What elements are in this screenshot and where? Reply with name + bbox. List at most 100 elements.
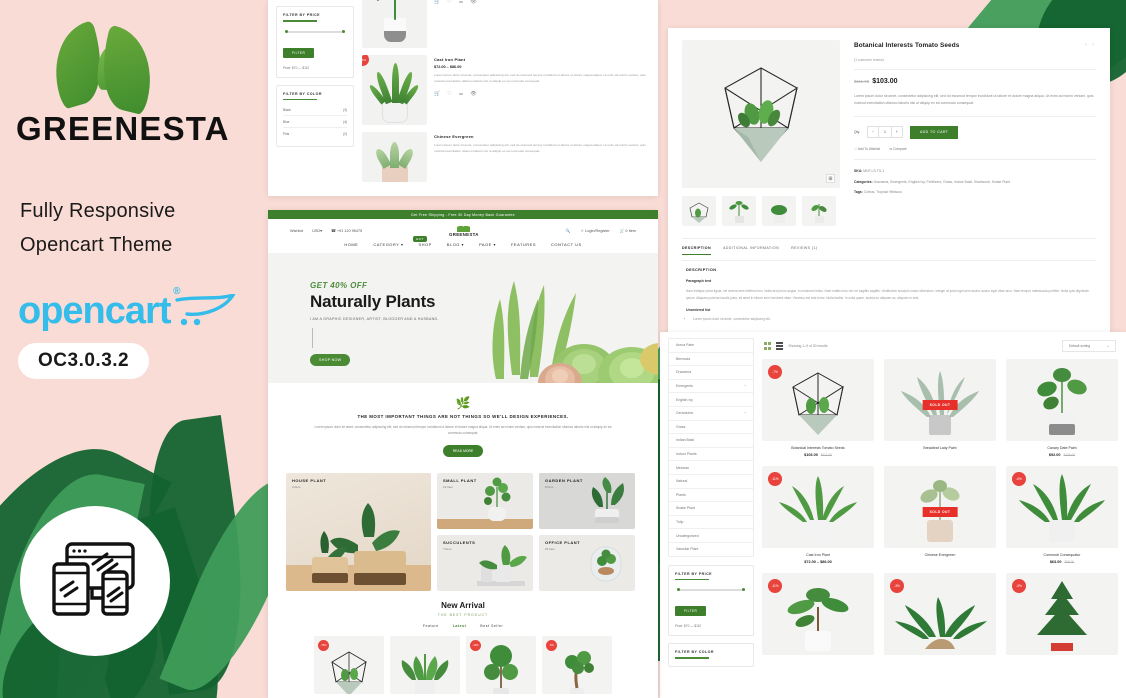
product-name[interactable]: Cast Iron Plant (762, 553, 874, 557)
product-name[interactable]: Breadleaf Lady Palm (884, 446, 996, 450)
thumbnail[interactable] (722, 196, 756, 226)
customer-review-link[interactable]: (1 customer review) (854, 58, 1096, 70)
hero-shop-now-button[interactable]: SHOP NOW (310, 354, 351, 367)
list-item[interactable]: $92.00$150.00 Lorem ipsum dolor sit amet… (362, 0, 650, 48)
thumbnail[interactable] (762, 196, 796, 226)
add-to-wishlist-link[interactable]: ♡ Add To Wishlist (854, 147, 880, 151)
product-image[interactable] (362, 132, 427, 182)
product-name[interactable]: Cast Iron Plant (434, 57, 650, 62)
product-name[interactable]: Chinese Evergreen (884, 553, 996, 557)
search-icon[interactable]: 🔍 (565, 228, 570, 233)
product-card[interactable]: Canary Date Palm $92.00 $150.00 (1006, 359, 1118, 457)
color-option[interactable]: Black (3) (283, 104, 347, 117)
product-image[interactable]: -7% (762, 359, 874, 441)
currency-select[interactable]: USD▾ (312, 228, 322, 233)
product-card[interactable]: SOLD OUT Breadleaf Lady Palm (884, 359, 996, 457)
wishlist-link[interactable]: Wishlist (290, 229, 303, 233)
category-card-house-plant[interactable]: HOUSE PLANT 3 Item (286, 473, 431, 592)
product-name[interactable]: Commodi Consequatur (1006, 553, 1118, 557)
next-product-icon[interactable]: › (1092, 42, 1096, 48)
category-list-item[interactable]: Mexican (669, 461, 753, 475)
category-list-item[interactable]: Vascular Plant (669, 543, 753, 556)
product-card[interactable]: -11% (762, 573, 874, 655)
cart-icon[interactable]: 🛒 (434, 91, 440, 97)
read-more-button[interactable]: READ MORE (442, 445, 484, 458)
product-card[interactable]: -75% (314, 636, 384, 695)
tab-additional-information[interactable]: ADDITIONAL INFORMATION (723, 246, 779, 255)
product-main-image[interactable]: ⊞ (682, 40, 840, 188)
product-card[interactable]: -3% (884, 573, 996, 655)
list-item[interactable]: Chinese Evergreen Lorem ipsum dolor sit … (362, 132, 650, 182)
color-option[interactable]: Blue (4) (283, 116, 347, 129)
product-card[interactable]: -7% Botanical Interests Tomato Seeds $103.… (762, 359, 874, 457)
tab-reviews[interactable]: REVIEWS (1) (791, 246, 817, 255)
color-option[interactable]: Pink (2) (283, 128, 347, 139)
quantity-stepper[interactable]: − 1 + (866, 126, 903, 139)
product-image[interactable]: -15% (362, 55, 427, 125)
category-list-item[interactable]: Indian Basil (669, 434, 753, 448)
product-image[interactable]: -6% (1006, 466, 1118, 548)
wishlist-heart-icon[interactable]: ♡ (447, 91, 451, 97)
product-actions[interactable]: 🛒 ♡ ⚌ 👁 (434, 0, 650, 5)
quickview-eye-icon[interactable]: 👁 (470, 0, 476, 5)
compare-icon[interactable]: ⚌ (459, 0, 463, 5)
product-name[interactable]: Botanical Interests Tomato Seeds (762, 446, 874, 450)
qty-increment[interactable]: + (892, 127, 902, 137)
product-image[interactable]: -5% (1006, 573, 1118, 655)
wishlist-heart-icon[interactable]: ♡ (447, 0, 451, 5)
category-toggle-icon[interactable]: − (744, 411, 746, 415)
thumbnail[interactable] (802, 196, 836, 226)
product-image[interactable]: -11% (762, 573, 874, 655)
price-range-slider[interactable] (677, 588, 745, 592)
product-card[interactable] (390, 636, 460, 695)
category-list-item[interactable]: Plants (669, 489, 753, 503)
product-actions[interactable]: 🛒 ♡ ⚌ 👁 (434, 91, 650, 97)
product-image[interactable]: -3% (884, 573, 996, 655)
product-name[interactable]: Canary Date Palm (1006, 446, 1118, 450)
category-list-item[interactable]: Bermuda (669, 353, 753, 367)
nav-item-blog[interactable]: BLOG ▾ (447, 242, 464, 247)
product-image[interactable]: SOLD OUT (884, 466, 996, 548)
nav-item-shop[interactable]: SHOP (418, 242, 431, 247)
quickview-eye-icon[interactable]: 👁 (470, 91, 476, 97)
category-list-item[interactable]: Grass (669, 421, 753, 435)
filter-button[interactable]: FILTER (283, 47, 315, 58)
tab-feature[interactable]: Feature (423, 624, 439, 628)
product-card[interactable]: -11% Cast Iron Plant $72.00 – $86.00 (762, 466, 874, 564)
product-name[interactable]: Chinese Evergreen (434, 134, 650, 139)
product-card[interactable]: -5% (542, 636, 612, 695)
product-image[interactable] (1006, 359, 1118, 441)
site-logo[interactable]: GREENESTA (449, 224, 479, 237)
category-list-item[interactable]: Dracaena (669, 366, 753, 380)
grid-view-icon[interactable] (764, 342, 772, 350)
compare-icon[interactable]: ⚌ (459, 91, 463, 97)
product-image[interactable] (362, 0, 427, 48)
add-to-cart-button[interactable]: ADD TO CART (909, 125, 959, 139)
prev-product-icon[interactable]: ‹ (1085, 42, 1089, 48)
category-list-item[interactable]: Uncategorized (669, 529, 753, 543)
category-list-item[interactable]: Snake Plant (669, 502, 753, 516)
price-range-slider[interactable] (285, 29, 345, 33)
product-card[interactable]: -5% (1006, 573, 1118, 655)
category-card-succulents[interactable]: SUCCULENTS 7 Item (437, 535, 533, 592)
list-item[interactable]: -15% Cast Iron Plant $72.00 – $86.00 Lor… (362, 55, 650, 125)
nav-item-category[interactable]: CATEGORY ▾ (373, 242, 403, 247)
cart-link[interactable]: 🛒 0 Item (620, 228, 636, 233)
product-image[interactable]: SOLD OUT (884, 359, 996, 441)
account-link[interactable]: ☺ Login/Register (580, 229, 609, 233)
category-card-garden-plant[interactable]: GARDEN PLANT 8 Item (539, 473, 635, 530)
nav-item-home[interactable]: HOME (344, 242, 358, 247)
filter-button[interactable]: FILTER (675, 606, 707, 617)
category-card-small-plant[interactable]: SMALL PLANT 12 Item (437, 473, 533, 530)
product-card[interactable]: -13% (466, 636, 536, 695)
nav-item-features[interactable]: FEATURES (511, 242, 536, 247)
categories-value[interactable]: Dracaena, Emergents, English Ivy, Fertil… (874, 180, 1010, 184)
compare-link[interactable]: ⚌ Compare (889, 147, 906, 151)
tab-best-seller[interactable]: Best Seller (480, 624, 503, 628)
category-list-item[interactable]: Natural (669, 475, 753, 489)
product-image[interactable]: -11% (762, 466, 874, 548)
sort-select[interactable]: Default sorting ⌄ (1061, 340, 1116, 352)
category-toggle-icon[interactable]: − (744, 384, 746, 388)
product-card[interactable]: SOLD OUT Chinese Evergreen (884, 466, 996, 564)
cart-icon[interactable]: 🛒 (434, 0, 440, 5)
